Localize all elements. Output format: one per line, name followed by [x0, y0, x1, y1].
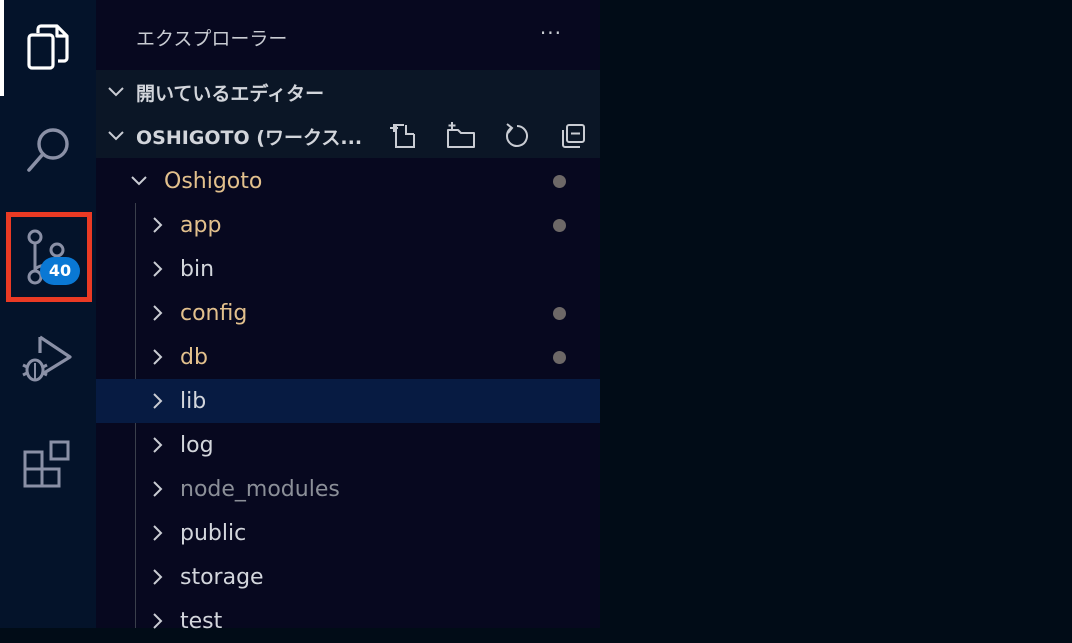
explorer-button[interactable]	[0, 3, 96, 93]
extensions-icon	[23, 440, 70, 488]
tree-item-node-modules[interactable]: node_modules	[96, 467, 600, 511]
new-file-icon[interactable]	[390, 121, 420, 151]
files-icon	[27, 24, 69, 70]
tree-item-lib[interactable]: lib	[96, 379, 600, 423]
collapse-all-icon[interactable]	[558, 121, 588, 151]
explorer-sidebar: エクスプローラー ··· 開いているエディター OSHIGOTO (ワークス..…	[96, 0, 600, 634]
run-debug-button[interactable]	[0, 314, 96, 404]
tree-item-config[interactable]: config	[96, 291, 600, 335]
tree-item-label: log	[180, 432, 214, 458]
chevron-right-icon	[153, 305, 163, 321]
modified-dot	[553, 306, 566, 320]
chevron-down-icon	[108, 87, 124, 97]
search-icon	[27, 128, 69, 172]
tree-item-label: storage	[180, 564, 264, 590]
explorer-toolbar	[390, 114, 588, 158]
tree-item-label: bin	[180, 256, 215, 282]
chevron-right-icon	[153, 349, 163, 365]
tree-item-label: node_modules	[180, 476, 340, 502]
chevron-right-icon	[153, 525, 163, 541]
chevron-down-icon	[108, 131, 124, 141]
tree-item-public[interactable]: public	[96, 511, 600, 555]
chevron-right-icon	[153, 393, 163, 409]
activity-bar: 40	[0, 0, 96, 628]
sidebar-title: エクスプローラー	[136, 28, 288, 50]
open-editors-header[interactable]: 開いているエディター	[96, 70, 600, 114]
tree-item-label: app	[180, 212, 222, 238]
tree-item-label: test	[180, 608, 223, 634]
workspace-label: OSHIGOTO (ワークス...	[136, 126, 363, 149]
run-debug-icon	[22, 335, 72, 382]
extensions-button[interactable]	[0, 420, 96, 510]
root-folder-label: Oshigoto	[164, 168, 263, 194]
chevron-right-icon	[153, 261, 163, 277]
tree-item-label: config	[180, 300, 248, 326]
chevron-right-icon	[153, 481, 163, 497]
tree-item-storage[interactable]: storage	[96, 555, 600, 599]
scm-badge: 40	[40, 257, 80, 285]
open-editors-label: 開いているエディター	[136, 82, 325, 105]
tree-item-label: lib	[180, 388, 207, 414]
chevron-right-icon	[153, 217, 163, 233]
modified-dot	[553, 350, 566, 364]
tree-item-log[interactable]: log	[96, 423, 600, 467]
editor-area	[600, 0, 1072, 628]
chevron-right-icon	[153, 437, 163, 453]
tree-item-test[interactable]: test	[96, 599, 600, 643]
modified-dot	[553, 174, 566, 188]
modified-dot	[553, 218, 566, 232]
search-button[interactable]	[0, 105, 96, 195]
tree-item-app[interactable]: app	[96, 203, 600, 247]
tree-item-label: db	[180, 344, 208, 370]
chevron-right-icon	[153, 613, 163, 629]
tree-item-label: public	[180, 520, 247, 546]
workspace-header[interactable]: OSHIGOTO (ワークス...	[96, 114, 600, 158]
tree-root-folder[interactable]: Oshigoto	[96, 159, 600, 203]
new-folder-icon[interactable]	[446, 121, 476, 151]
refresh-icon[interactable]	[502, 121, 532, 151]
chevron-right-icon	[153, 569, 163, 585]
tree-item-db[interactable]: db	[96, 335, 600, 379]
more-actions-button[interactable]: ···	[540, 21, 562, 45]
tree-item-bin[interactable]: bin	[96, 247, 600, 291]
chevron-down-icon	[131, 176, 147, 186]
